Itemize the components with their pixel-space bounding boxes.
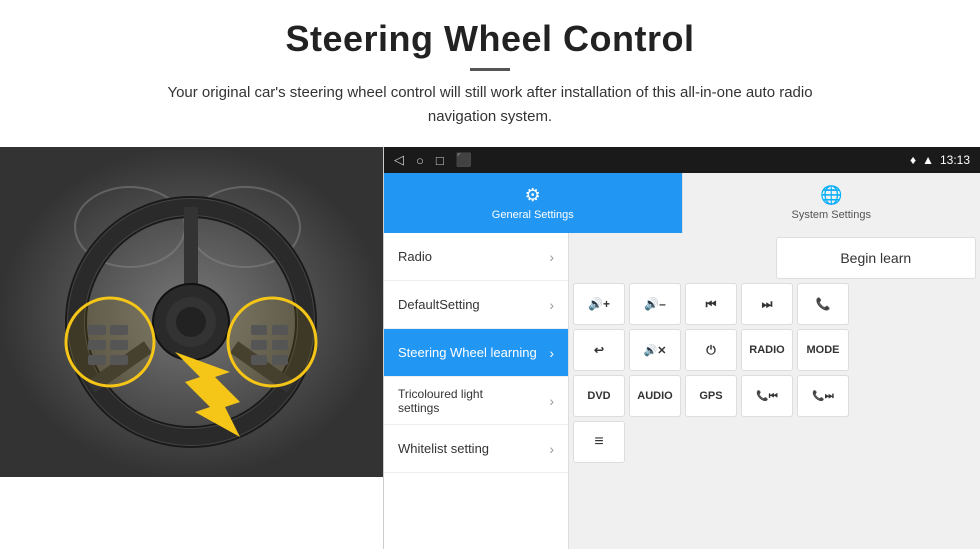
control-row-4: DVD AUDIO GPS 📞⏮ 📞⏭: [573, 375, 976, 417]
audio-button[interactable]: AUDIO: [629, 375, 681, 417]
statusbar-time: 13:13: [940, 153, 970, 167]
menu-item-whitelist[interactable]: Whitelist setting ›: [384, 425, 568, 473]
volume-down-icon: 🔊–: [644, 297, 666, 311]
statusbar: ◁ ○ □ ⬛ ♦ ▲ 13:13: [384, 147, 980, 173]
mode-button[interactable]: MODE: [797, 329, 849, 371]
general-settings-icon: ⚙: [525, 185, 541, 206]
volume-up-icon: 🔊+: [588, 297, 610, 311]
radio-label: RADIO: [749, 344, 784, 356]
call-prev-button[interactable]: 📞⏮: [741, 375, 793, 417]
statusbar-nav-icons: ◁ ○ □ ⬛: [394, 152, 472, 168]
tab-system-label: System Settings: [792, 209, 871, 221]
menu-item-defaultsetting[interactable]: DefaultSetting ›: [384, 281, 568, 329]
volume-down-button[interactable]: 🔊–: [629, 283, 681, 325]
menu-item-steering-label: Steering Wheel learning: [398, 345, 537, 360]
title-divider: [470, 68, 510, 71]
list-icon: ≡: [594, 433, 603, 451]
power-button[interactable]: ⏻: [685, 329, 737, 371]
radio-button[interactable]: RADIO: [741, 329, 793, 371]
hangup-icon: ↩: [594, 343, 604, 357]
dvd-label: DVD: [587, 390, 610, 402]
menu-item-radio[interactable]: Radio ›: [384, 233, 568, 281]
list-button[interactable]: ≡: [573, 421, 625, 463]
gps-button[interactable]: GPS: [685, 375, 737, 417]
tab-general-label: General Settings: [492, 209, 574, 221]
home-icon[interactable]: ○: [416, 153, 424, 168]
chevron-right-icon: ›: [549, 345, 554, 361]
car-image-bg: [0, 147, 383, 477]
audio-label: AUDIO: [637, 390, 672, 402]
android-body: Radio › DefaultSetting › Steering Wheel …: [384, 233, 980, 549]
call-prev-icon: 📞⏮: [756, 391, 777, 402]
system-settings-icon: 🌐: [820, 185, 842, 206]
mute-icon: 🔊✕: [644, 344, 667, 357]
menu-item-steering[interactable]: Steering Wheel learning ›: [384, 329, 568, 377]
wifi-icon: ▲: [922, 153, 934, 167]
statusbar-info: ♦ ▲ 13:13: [910, 153, 970, 167]
chevron-right-icon: ›: [549, 393, 554, 409]
mute-button[interactable]: 🔊✕: [629, 329, 681, 371]
menu-item-defaultsetting-label: DefaultSetting: [398, 297, 480, 312]
prev-track-button[interactable]: ⏮: [685, 283, 737, 325]
control-row-1: Begin learn: [573, 237, 976, 279]
content-row: ◁ ○ □ ⬛ ♦ ▲ 13:13 ⚙ General Settings: [0, 147, 980, 549]
menu-item-tricoloured[interactable]: Tricoloured lightsettings ›: [384, 377, 568, 425]
control-row-2: 🔊+ 🔊– ⏮ ⏭ 📞: [573, 283, 976, 325]
next-track-icon: ⏭: [762, 297, 773, 312]
call-button[interactable]: 📞: [797, 283, 849, 325]
gps-label: GPS: [699, 390, 722, 402]
page-title: Steering Wheel Control: [60, 18, 920, 60]
menu-list: Radio › DefaultSetting › Steering Wheel …: [384, 233, 569, 549]
steering-wheel-svg: [0, 147, 383, 477]
back-icon[interactable]: ◁: [394, 152, 404, 168]
prev-track-icon: ⏮: [706, 297, 717, 312]
dvd-button[interactable]: DVD: [573, 375, 625, 417]
call-next-icon: 📞⏭: [812, 391, 833, 402]
empty-slot: [573, 237, 772, 279]
page-wrapper: Steering Wheel Control Your original car…: [0, 0, 980, 549]
menu-item-radio-label: Radio: [398, 249, 432, 264]
android-tabs: ⚙ General Settings 🌐 System Settings: [384, 173, 980, 233]
volume-up-button[interactable]: 🔊+: [573, 283, 625, 325]
chevron-right-icon: ›: [549, 441, 554, 457]
android-panel: ◁ ○ □ ⬛ ♦ ▲ 13:13 ⚙ General Settings: [383, 147, 980, 549]
chevron-right-icon: ›: [549, 297, 554, 313]
recents-icon[interactable]: □: [436, 153, 444, 168]
control-row-5: ≡: [573, 421, 976, 463]
gps-icon: ♦: [910, 153, 916, 167]
header-section: Steering Wheel Control Your original car…: [0, 0, 980, 139]
page-subtitle: Your original car's steering wheel contr…: [140, 81, 840, 129]
back-call-button[interactable]: ↩: [573, 329, 625, 371]
phone-icon: 📞: [816, 297, 831, 311]
begin-learn-button[interactable]: Begin learn: [776, 237, 977, 279]
menu-item-whitelist-label: Whitelist setting: [398, 441, 489, 456]
mode-label: MODE: [807, 344, 840, 356]
menu-icon[interactable]: ⬛: [456, 152, 472, 168]
control-panel: Begin learn 🔊+ 🔊– ⏮: [569, 233, 980, 549]
menu-item-tricoloured-label: Tricoloured lightsettings: [398, 387, 483, 415]
tab-general[interactable]: ⚙ General Settings: [384, 173, 682, 233]
chevron-right-icon: ›: [549, 249, 554, 265]
next-track-button[interactable]: ⏭: [741, 283, 793, 325]
power-icon: ⏻: [706, 343, 716, 358]
control-row-3: ↩ 🔊✕ ⏻ RADIO MODE: [573, 329, 976, 371]
tab-system[interactable]: 🌐 System Settings: [682, 173, 980, 233]
call-next-button[interactable]: 📞⏭: [797, 375, 849, 417]
car-image-section: [0, 147, 383, 477]
